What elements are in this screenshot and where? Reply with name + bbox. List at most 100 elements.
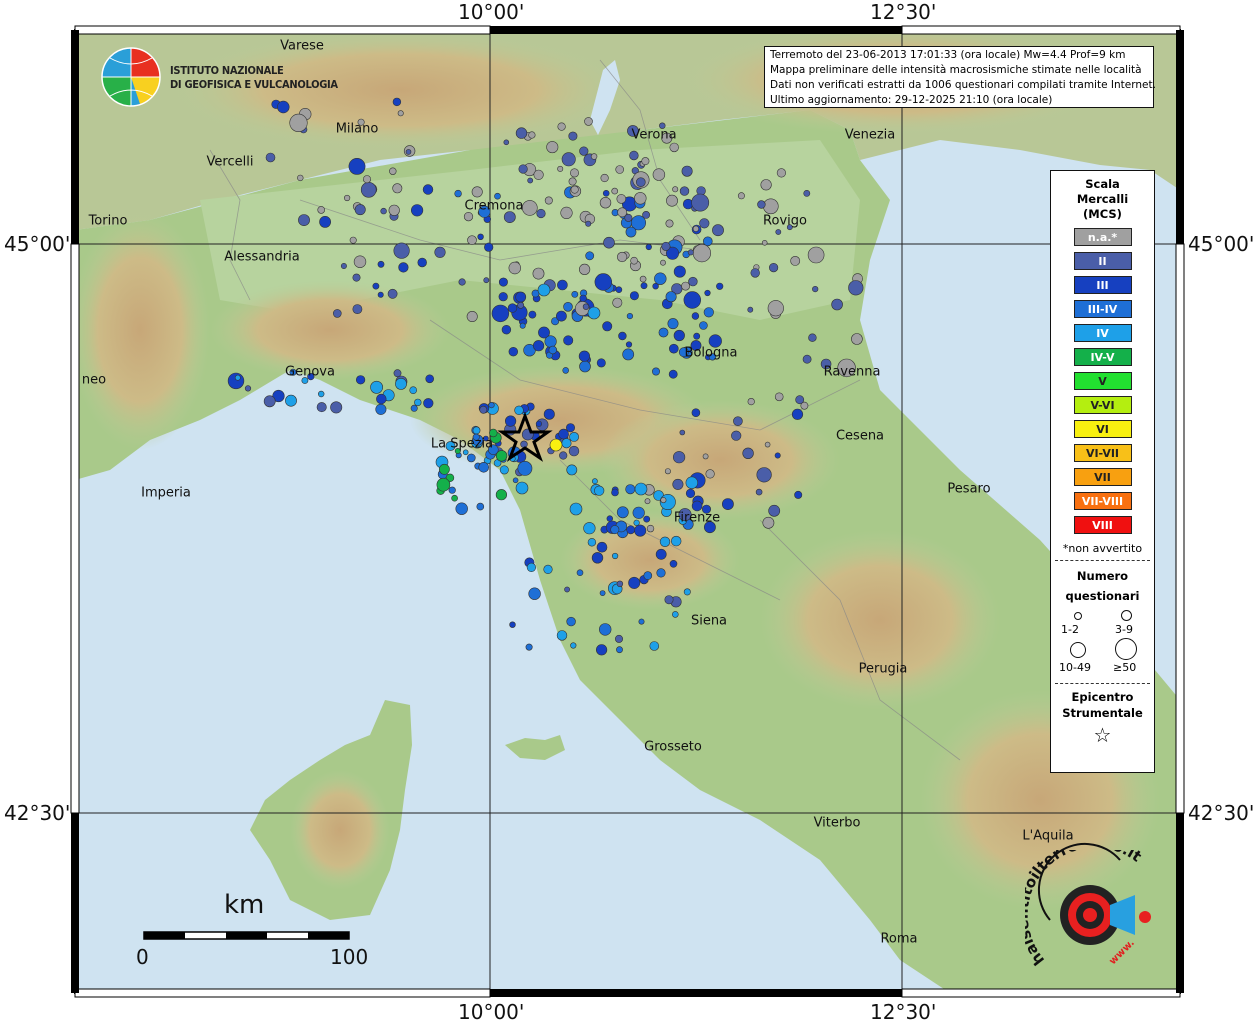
intensity-point: [561, 152, 576, 167]
intensity-point: [716, 282, 724, 290]
intensity-point: [747, 306, 754, 313]
legend-swatches: n.a.* II III III-IV IV IV-V V V-VI VI VI-VII VII VI…: [1051, 228, 1154, 534]
intensity-point: [596, 358, 606, 368]
city-label: Perugia: [858, 661, 908, 677]
intensity-point: [625, 226, 637, 238]
intensity-point: [722, 498, 734, 510]
intensity-point: [265, 152, 276, 163]
intensity-point: [599, 590, 606, 596]
intensity-point: [672, 451, 686, 464]
intensity-point: [454, 189, 462, 198]
intensity-point: [584, 117, 593, 126]
lat-label-left-top: 45°00': [4, 232, 71, 256]
intensity-point: [582, 303, 590, 310]
intensity-point: [760, 179, 772, 191]
intensity-point: [425, 374, 435, 384]
legend-swatch: V-VI: [1073, 396, 1132, 414]
city-label: Imperia: [141, 485, 191, 501]
intensity-point: [611, 552, 619, 560]
intensity-point: [669, 142, 679, 153]
legend-swatch: IV-V: [1073, 348, 1132, 366]
intensity-point: [616, 506, 629, 519]
intensity-point: [330, 401, 343, 414]
city-label: Cesena: [835, 428, 885, 444]
intensity-point: [423, 398, 434, 409]
intensity-point: [509, 621, 516, 628]
svg-text:www.: www.: [1107, 938, 1137, 968]
intensity-point: [380, 207, 387, 215]
legend-na-note: *non avvertito: [1062, 542, 1143, 555]
intensity-point: [532, 340, 545, 352]
intensity-point: [643, 571, 653, 580]
event-info-line: Terremoto del 23-06-2013 17:01:33 (ora l…: [770, 49, 1126, 61]
city-label: Viterbo: [813, 815, 861, 831]
intensity-point: [397, 110, 404, 117]
intensity-point: [543, 564, 553, 575]
intensity-point: [392, 183, 403, 194]
intensity-point: [491, 304, 510, 323]
intensity-point: [495, 489, 508, 501]
intensity-point: [263, 395, 276, 408]
intensity-point: [512, 477, 519, 484]
intensity-point: [767, 300, 784, 317]
intensity-point: [635, 177, 646, 187]
intensity-point: [764, 441, 771, 448]
legend-swatch: n.a.*: [1073, 228, 1132, 246]
intensity-point: [466, 453, 476, 463]
intensity-point: [548, 345, 557, 355]
legend-star-icon: ☆: [1093, 723, 1112, 747]
city-label: Varese: [280, 38, 324, 54]
intensity-point: [544, 335, 557, 348]
intensity-point: [742, 447, 754, 459]
city-label: Bologna: [684, 345, 738, 361]
lon-label-top-right: 12°30': [870, 0, 937, 24]
intensity-point: [387, 288, 398, 299]
lon-label-top-left: 10°00': [458, 0, 525, 24]
intensity-point: [376, 393, 387, 405]
intensity-point: [372, 282, 380, 290]
intensity-point: [585, 220, 592, 227]
intensity-point: [576, 569, 584, 577]
intensity-point: [392, 97, 402, 107]
intensity-point: [517, 301, 525, 309]
intensity-point: [467, 235, 477, 245]
intensity-point: [848, 280, 864, 296]
intensity-point: [356, 375, 366, 385]
city-label: Cremona: [464, 198, 524, 214]
intensity-point: [289, 113, 308, 132]
intensity-point: [353, 255, 367, 268]
intensity-point: [699, 321, 708, 330]
intensity-point: [528, 310, 537, 319]
legend-size-keys: 1-2 3-9 10-49 ≥50: [1051, 606, 1154, 678]
intensity-point: [594, 273, 612, 291]
intensity-point: [370, 380, 383, 394]
intensity-point: [377, 260, 385, 268]
intensity-point: [628, 576, 641, 589]
intensity-point: [244, 385, 252, 392]
intensity-point: [563, 335, 574, 346]
map-stage: 10°00' 12°30' 10°00' 12°30' 45°00' 42°30…: [0, 0, 1255, 1024]
intensity-point: [747, 398, 755, 406]
city-label: Vercelli: [206, 154, 254, 170]
intensity-point: [409, 386, 418, 395]
intensity-point: [640, 282, 648, 290]
intensity-point: [633, 519, 640, 526]
intensity-point: [316, 402, 327, 413]
legend-swatch: VII: [1073, 468, 1132, 486]
intensity-point: [638, 618, 645, 625]
intensity-point: [438, 463, 450, 475]
intensity-point: [297, 174, 304, 182]
intensity-point: [498, 277, 508, 287]
intensity-point: [393, 369, 402, 378]
intensity-point: [664, 595, 674, 605]
intensity-point: [671, 611, 679, 618]
intensity-point: [298, 214, 310, 226]
intensity-point: [318, 390, 325, 398]
intensity-point: [704, 289, 711, 297]
intensity-point: [578, 263, 591, 276]
intensity-point: [774, 392, 784, 402]
city-label: Siena: [690, 613, 728, 629]
intensity-point: [750, 268, 760, 278]
intensity-point: [508, 347, 518, 357]
intensity-point: [587, 306, 601, 320]
